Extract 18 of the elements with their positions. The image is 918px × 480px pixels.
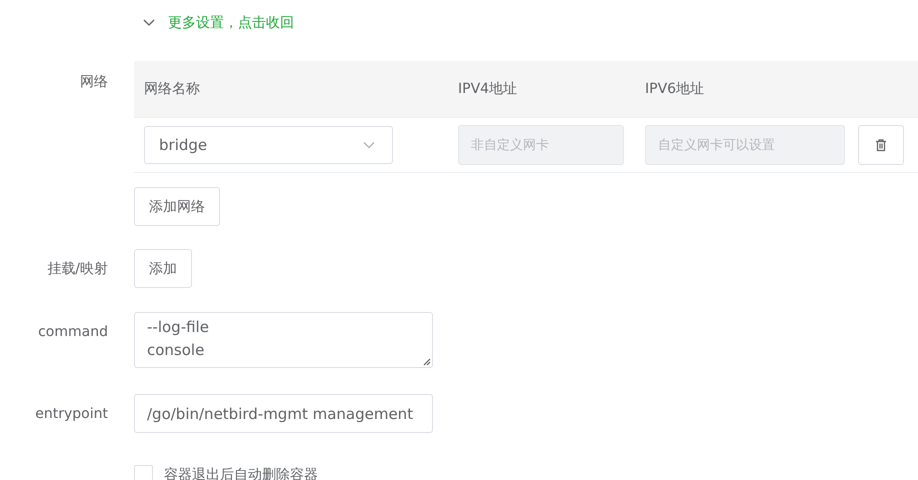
entrypoint-field[interactable]: /go/bin/netbird-mgmt management [134,394,433,433]
field-label: entrypoint [35,406,108,422]
command-field[interactable]: --log-file console [134,312,433,368]
column-header: 网络名称 [134,61,448,118]
field-label: command [38,324,108,340]
trash-icon [874,138,888,152]
collapse-text[interactable]: 更多设置，点击收回 [168,14,294,32]
network-select[interactable]: bridge [144,126,393,164]
delete-button[interactable] [858,125,904,165]
column-header: IPV6地址 [635,61,848,118]
field-label: 网络 [80,74,108,90]
add-button[interactable]: 添加 [134,249,192,288]
field-label: 挂载/映射 [47,261,108,277]
column-header: IPV4地址 [448,61,635,118]
add-network-button[interactable]: 添加网络 [134,187,220,226]
collapse-link[interactable]: 更多设置，点击收回 [142,13,918,33]
checkbox[interactable] [134,465,153,480]
resize-grip-icon[interactable] [423,358,431,366]
